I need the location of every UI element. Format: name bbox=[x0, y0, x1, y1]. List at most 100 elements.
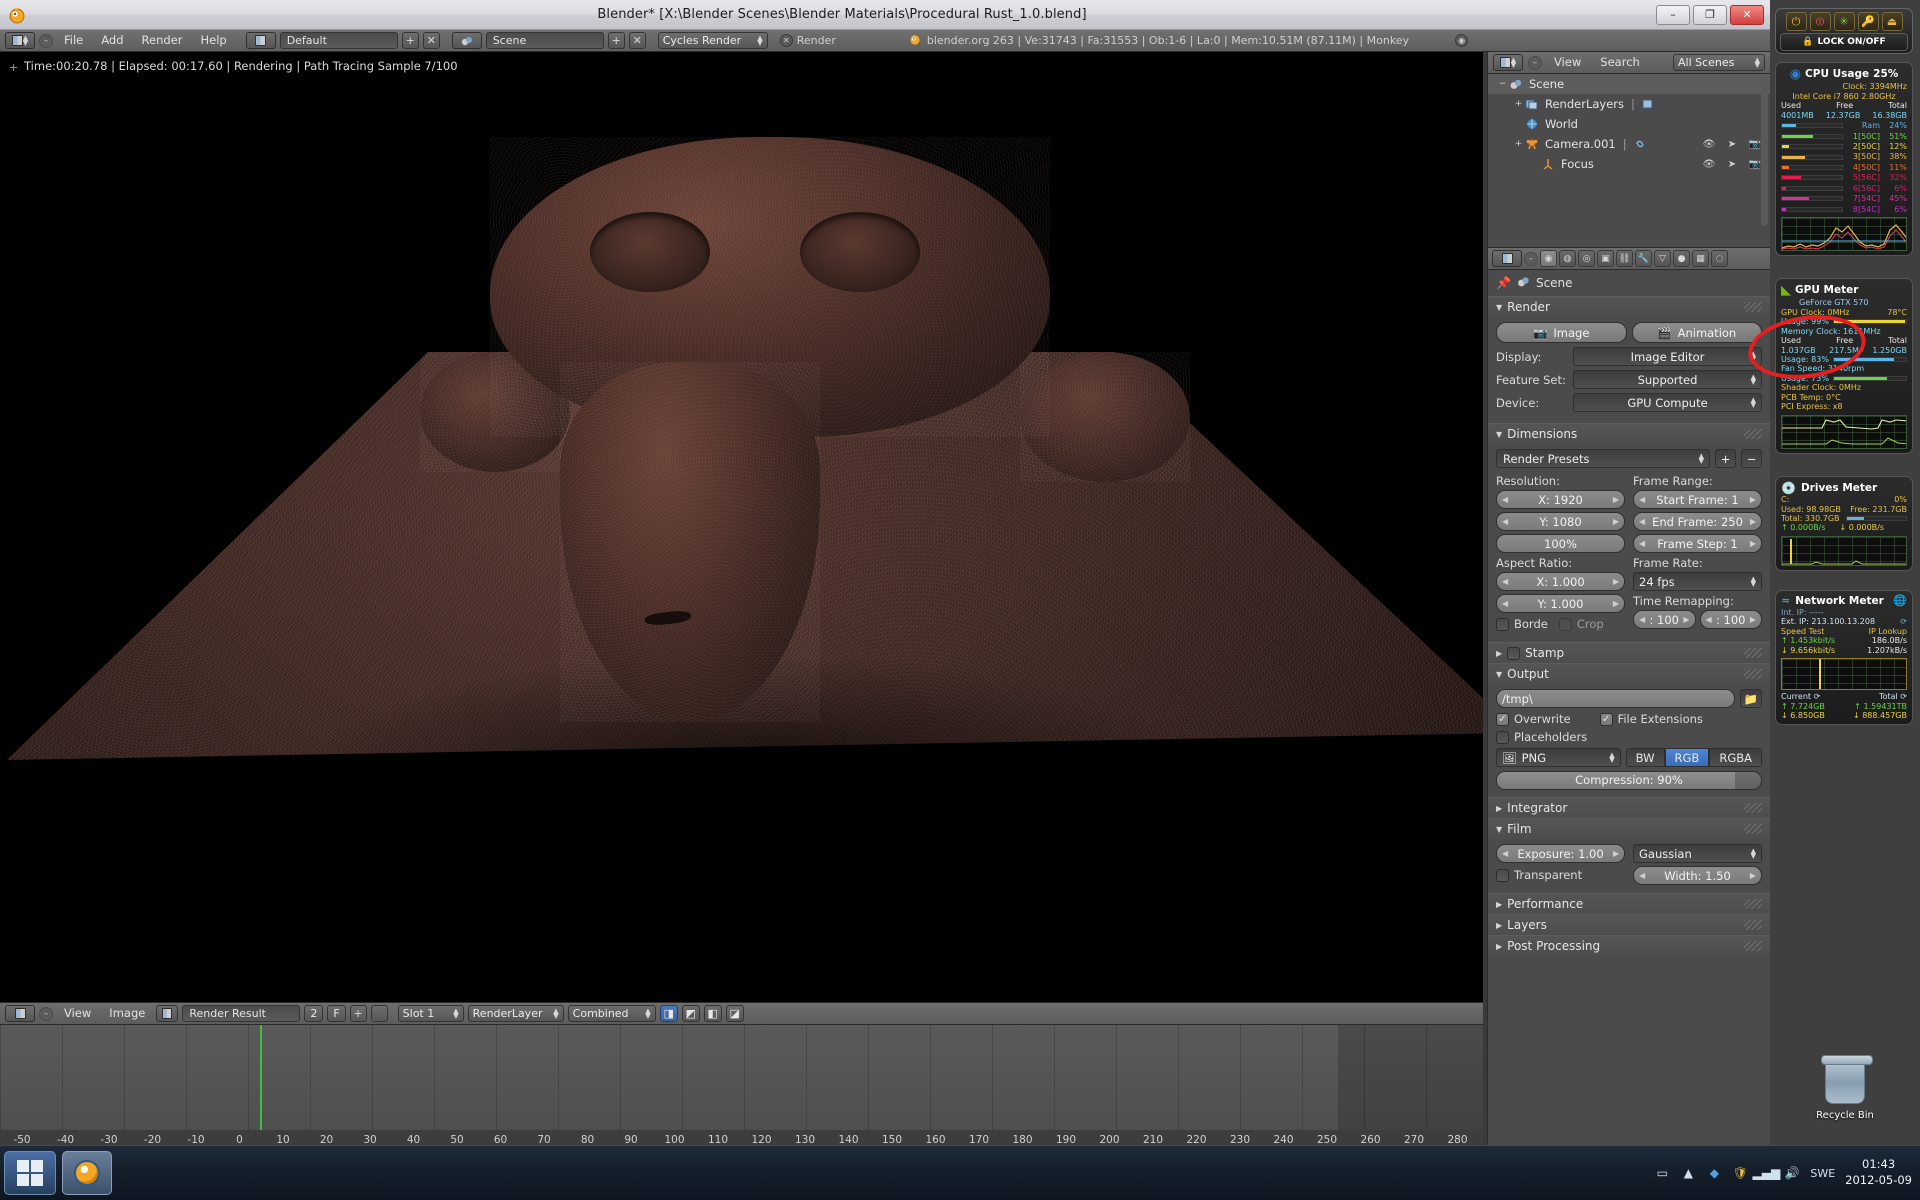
panel-header-integrator[interactable]: ▶ Integrator bbox=[1488, 797, 1770, 818]
modifiers-tab[interactable]: 🔧 bbox=[1635, 250, 1652, 267]
outliner-editor[interactable]: ▲ ▼ – View Search All Scenes ▲ ▼ − Scene + Ren… bbox=[1487, 52, 1770, 247]
menu-view[interactable]: View bbox=[1547, 54, 1588, 71]
expander-icon[interactable]: + bbox=[1512, 139, 1525, 149]
physics-tab[interactable]: ◌ bbox=[1711, 250, 1728, 267]
menu-search[interactable]: Search bbox=[1593, 54, 1647, 71]
restart-icon[interactable]: ✳ bbox=[1833, 12, 1855, 31]
outliner-scrollbar[interactable] bbox=[1761, 76, 1768, 226]
placeholders-checkbox[interactable] bbox=[1496, 730, 1509, 744]
scene-field[interactable]: Scene bbox=[485, 32, 604, 49]
remap-old-field[interactable]: ◀: 100 ▶ bbox=[1633, 610, 1696, 629]
maximize-button[interactable]: ❐ bbox=[1693, 4, 1727, 25]
scene-icon[interactable] bbox=[451, 32, 482, 49]
power-icon[interactable]: ⏻ bbox=[1785, 12, 1807, 31]
border-checkbox[interactable] bbox=[1496, 617, 1509, 631]
close-button[interactable]: ✕ bbox=[1730, 4, 1764, 25]
pivot-icon[interactable]: – bbox=[39, 1006, 53, 1021]
power-gadget[interactable]: ⏻ ⏼ ✳ 🔑 ⏏ 🔒 LOCK ON/OFF bbox=[1775, 8, 1913, 54]
menu-file[interactable]: File bbox=[57, 32, 90, 49]
renderable-icon[interactable]: 📷 bbox=[1748, 159, 1762, 170]
panel-header-layers[interactable]: ▶ Layers bbox=[1488, 914, 1770, 935]
delete-scene-button[interactable]: ✕ bbox=[628, 32, 646, 49]
network-icon[interactable]: ▂▄▆ bbox=[1753, 1165, 1781, 1181]
add-screen-layout-button[interactable]: + bbox=[401, 32, 419, 49]
security-icon[interactable]: 🛡 bbox=[1732, 1165, 1748, 1181]
material-tab[interactable]: ● bbox=[1673, 250, 1690, 267]
display-select[interactable]: Image Editor ▲ ▼ bbox=[1573, 347, 1762, 366]
render-image-button[interactable]: 📷 Image bbox=[1496, 322, 1627, 343]
texture-tab[interactable]: ▦ bbox=[1692, 250, 1709, 267]
gpu-meter-gadget[interactable]: ◣ GPU Meter GeForce GTX 570 GPU Clock: 0… bbox=[1775, 278, 1913, 454]
image-datablock-icon[interactable] bbox=[156, 1005, 179, 1022]
chevron-up-icon[interactable]: ▲ bbox=[1680, 1165, 1696, 1181]
menu-add[interactable]: Add bbox=[94, 32, 130, 49]
render-engine-select[interactable]: Cycles Render ▲ ▼ bbox=[657, 32, 768, 49]
compression-slider[interactable]: Compression: 90% bbox=[1496, 771, 1762, 790]
language-indicator[interactable]: SWE bbox=[1810, 1167, 1835, 1180]
resolution-percentage-field[interactable]: 100% bbox=[1496, 534, 1625, 553]
feature-set-select[interactable]: Supported ▲ ▼ bbox=[1573, 370, 1762, 389]
folder-icon[interactable]: 📁 bbox=[1740, 689, 1762, 708]
volume-icon[interactable]: 🔊 bbox=[1784, 1165, 1800, 1181]
panel-header-output[interactable]: ▼ Output bbox=[1488, 663, 1770, 684]
color-mode-segment[interactable]: BW RGB RGBA bbox=[1625, 748, 1762, 767]
timeline-playhead[interactable] bbox=[260, 1025, 262, 1130]
panel-header-film[interactable]: ▼ Film bbox=[1488, 818, 1770, 839]
menu-help[interactable]: Help bbox=[193, 32, 233, 49]
object-tab[interactable]: ▣ bbox=[1597, 250, 1614, 267]
overwrite-checkbox[interactable]: ✓ bbox=[1496, 712, 1509, 726]
screen-layout-field[interactable]: Default bbox=[279, 32, 398, 49]
fake-user-button[interactable]: F bbox=[327, 1005, 346, 1022]
aspect-y-field[interactable]: ◀ Y: 1.000 ▶ bbox=[1496, 594, 1625, 613]
shutdown-icon[interactable]: ⏼ bbox=[1809, 12, 1831, 31]
world-tab[interactable]: ◎ bbox=[1578, 250, 1595, 267]
refresh-icon[interactable]: ⟳ bbox=[1900, 617, 1907, 626]
remove-preset-button[interactable]: − bbox=[1741, 449, 1762, 468]
clock[interactable]: 01:43 2012-05-09 bbox=[1845, 1157, 1912, 1188]
outliner-row-camera-001[interactable]: + Camera.001 | 👁 ➤ 📷 bbox=[1488, 134, 1770, 154]
image-editor-icon[interactable] bbox=[5, 1005, 35, 1022]
remap-new-field[interactable]: ◀: 100 ▶ bbox=[1699, 610, 1762, 629]
collapse-menu-icon[interactable]: – bbox=[39, 33, 53, 48]
properties-editor-icon[interactable] bbox=[1492, 250, 1522, 267]
timeline-strip[interactable] bbox=[0, 1025, 1483, 1130]
color-mode-bw[interactable]: BW bbox=[1625, 748, 1665, 767]
file-extensions-checkbox[interactable]: ✓ bbox=[1599, 712, 1613, 726]
screen-layout-icon[interactable] bbox=[245, 32, 276, 49]
panel-header-post-processing[interactable]: ▶ Post Processing bbox=[1488, 935, 1770, 956]
selectable-icon[interactable]: ➤ bbox=[1725, 159, 1739, 170]
collapse-menu-icon[interactable]: – bbox=[1528, 55, 1542, 70]
aspect-x-field[interactable]: ◀ X: 1.000 ▶ bbox=[1496, 572, 1625, 591]
panel-header-stamp[interactable]: ▶ Stamp bbox=[1488, 642, 1770, 663]
resolution-y-field[interactable]: ◀ Y: 1080 ▶ bbox=[1496, 512, 1625, 531]
unlink-image-button[interactable] bbox=[370, 1005, 388, 1022]
render-pass-select[interactable]: Combined ▲ ▼ bbox=[567, 1005, 656, 1022]
image-users-count[interactable]: 2 bbox=[304, 1005, 324, 1022]
end-frame-field[interactable]: ◀ End Frame: 250 ▶ bbox=[1633, 512, 1762, 531]
add-scene-button[interactable]: + bbox=[607, 32, 625, 49]
outliner-row-focus[interactable]: Focus 👁 ➤ 📷 bbox=[1488, 154, 1770, 174]
collapse-menu-icon[interactable]: – bbox=[1524, 251, 1538, 266]
image-name-field[interactable]: Render Result bbox=[182, 1005, 301, 1022]
timeline-editor[interactable]: -50 -40 -30 -20 -10 0 10 20 30 40 50 60 70 80 90 100 110… bbox=[0, 1025, 1483, 1146]
lock-toggle[interactable]: 🔒 LOCK ON/OFF bbox=[1780, 33, 1908, 51]
render-layer-select[interactable]: RenderLayer ▲ ▼ bbox=[467, 1005, 564, 1022]
render-animation-button[interactable]: 🎬 Animation bbox=[1631, 322, 1762, 343]
menu-view[interactable]: View bbox=[57, 1005, 98, 1022]
outliner-row-renderlayers[interactable]: + RenderLayers | bbox=[1488, 94, 1770, 114]
outliner-editor-icon[interactable]: ▲ ▼ bbox=[1493, 54, 1523, 71]
render-tab[interactable]: ◉ bbox=[1540, 250, 1557, 267]
scene-tab[interactable]: ◍ bbox=[1559, 250, 1576, 267]
cpu-meter-gadget[interactable]: ◉ CPU Usage 25% Clock: 3394MHz Intel Cor… bbox=[1775, 62, 1913, 257]
windows-start-icon[interactable] bbox=[4, 1151, 56, 1195]
dropbox-icon[interactable]: ◆ bbox=[1706, 1165, 1722, 1181]
network-meter-gadget[interactable]: ≈ Network Meter 🌐 Int. IP: ----- Ext. IP… bbox=[1775, 590, 1913, 726]
pin-icon[interactable]: 📌 bbox=[1496, 276, 1511, 290]
show-desktop-icon[interactable]: ▭ bbox=[1654, 1165, 1670, 1181]
alpha-icon[interactable]: ◨ bbox=[659, 1005, 678, 1022]
expander-icon[interactable]: + bbox=[1512, 99, 1525, 109]
channel-icon[interactable]: ◧ bbox=[703, 1005, 722, 1022]
panel-header-performance[interactable]: ▶ Performance bbox=[1488, 893, 1770, 914]
blender-taskbar-icon[interactable] bbox=[62, 1151, 112, 1195]
frame-rate-select[interactable]: 24 fps ▲ ▼ bbox=[1633, 572, 1762, 591]
